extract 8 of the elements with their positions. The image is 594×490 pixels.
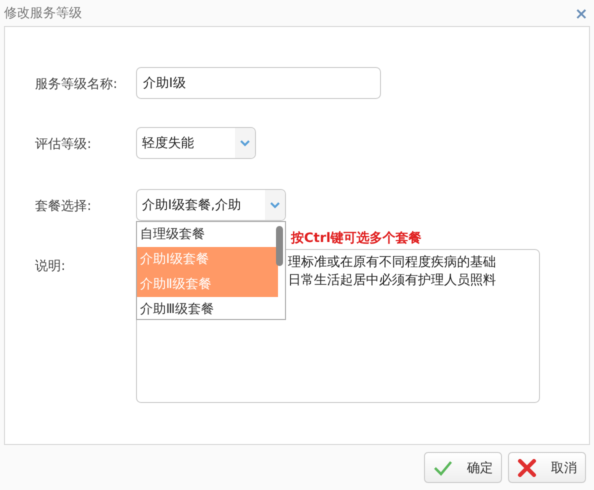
description-text: 日常生活起居中必须有护理人员照料 <box>288 272 497 290</box>
field-label: 服务等级名称: <box>35 76 118 93</box>
field-label: 评估等级: <box>35 136 92 153</box>
description-text: 理标准或在原有不同程度疾病的基础 <box>288 254 497 272</box>
hint-text: 按Ctrl键可选多个套餐 <box>291 230 422 247</box>
field-label: 套餐选择: <box>35 198 92 215</box>
window-title: 修改服务等级 <box>4 5 82 22</box>
field-label: 说明: <box>35 258 66 275</box>
